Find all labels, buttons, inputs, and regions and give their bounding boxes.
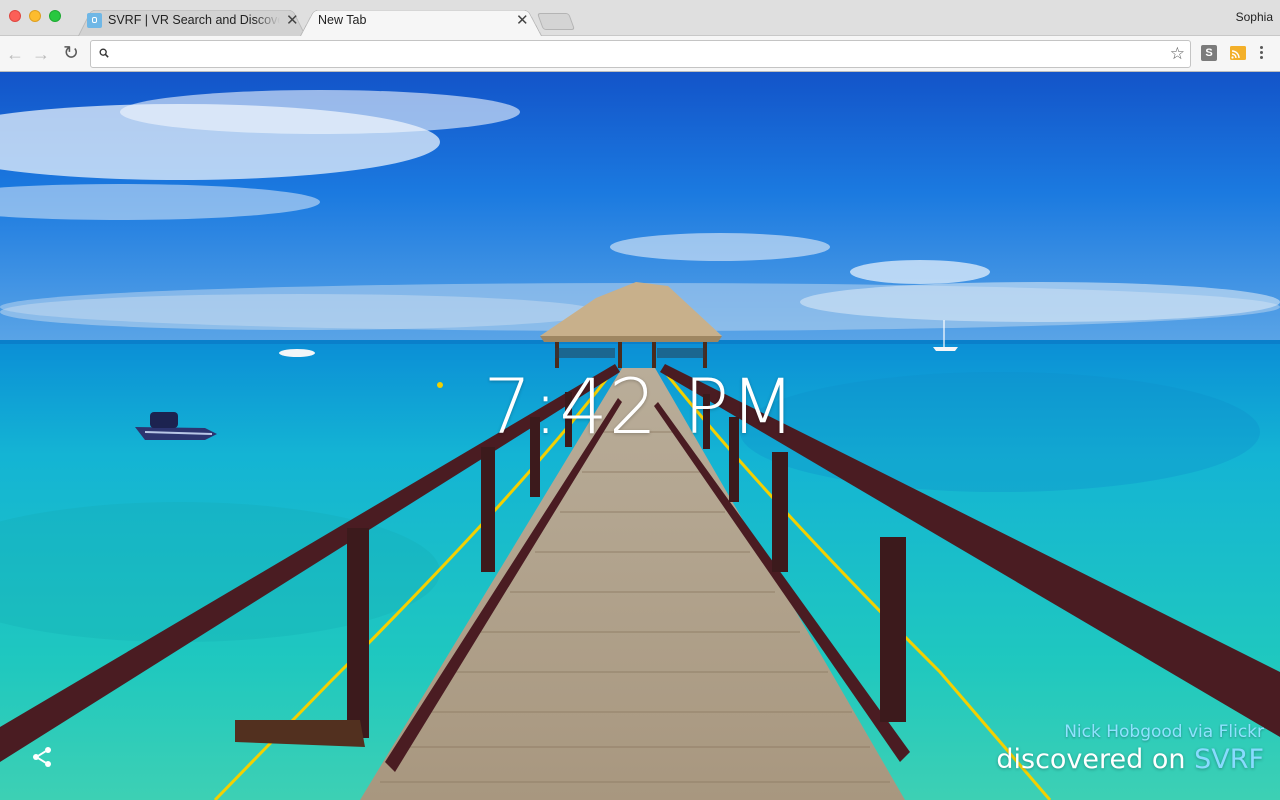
new-tab-page: 7:42 PM Nick Hobgood via Flickr discover…: [0, 72, 1280, 800]
close-tab-icon[interactable]: ✕: [516, 11, 529, 29]
browser-toolbar: ← → ↻ ☆ S: [0, 36, 1280, 72]
svrf-link[interactable]: SVRF: [1194, 744, 1264, 775]
minimize-window-button[interactable]: [29, 10, 41, 22]
close-tab-icon[interactable]: ✕: [286, 11, 299, 29]
back-icon[interactable]: ←: [5, 44, 25, 64]
address-input[interactable]: [119, 44, 1163, 66]
tab-title: SVRF | VR Search and Discovery: [108, 13, 280, 27]
star-icon[interactable]: ☆: [1170, 44, 1185, 64]
search-icon: [99, 48, 109, 58]
address-bar[interactable]: ☆: [90, 40, 1191, 68]
photo-credit: Nick Hobgood via Flickr discovered on SV…: [996, 722, 1264, 775]
new-tab-button[interactable]: [536, 13, 576, 30]
tab-svrf[interactable]: SVRF | VR Search and Discovery ✕: [78, 6, 306, 37]
tab-title: New Tab: [318, 13, 367, 27]
tab-strip: SVRF | VR Search and Discovery ✕ New Tab…: [0, 0, 1280, 37]
photographer-link[interactable]: Nick Hobgood via Flickr: [996, 722, 1264, 742]
zoom-window-button[interactable]: [49, 10, 61, 22]
clock: 7:42 PM: [483, 362, 797, 451]
profile-name[interactable]: Sophia: [1236, 10, 1273, 24]
svrf-extension-icon[interactable]: S: [1201, 45, 1217, 61]
discovered-prefix: discovered on: [996, 744, 1186, 775]
share-icon[interactable]: [30, 745, 54, 769]
menu-icon[interactable]: [1259, 44, 1265, 62]
forward-icon[interactable]: →: [31, 44, 51, 64]
reload-icon[interactable]: ↻: [61, 44, 81, 64]
tab-new-tab[interactable]: New Tab ✕: [300, 6, 542, 37]
cast-icon[interactable]: [1229, 45, 1247, 61]
close-window-button[interactable]: [9, 10, 21, 22]
discovered-line: discovered on SVRF: [996, 744, 1264, 775]
svrf-favicon-icon: [87, 13, 102, 28]
